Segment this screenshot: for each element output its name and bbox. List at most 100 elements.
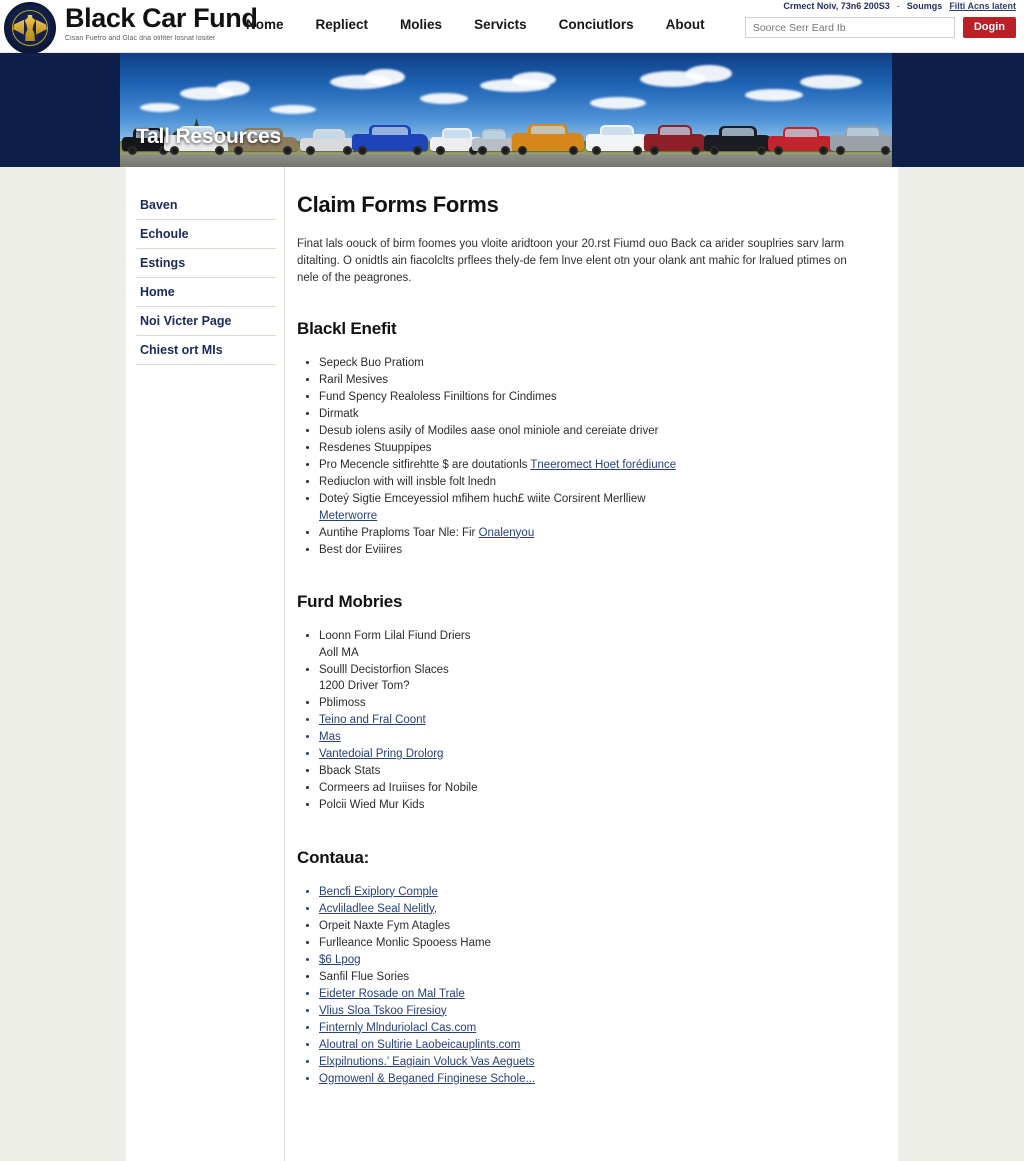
list-item-trailing-link[interactable]: Tneeromect Hoet forédiunce xyxy=(530,459,676,471)
black-car-fund-seal-icon xyxy=(4,2,56,54)
page-title: Claim Forms Forms xyxy=(297,192,499,217)
list-item-trailing-link[interactable]: Onalenyou xyxy=(479,527,535,539)
section-list-1: Loonn Form Lilal Fiund Driers Aoll MA Soul… xyxy=(297,628,870,814)
list-item-label: Resdenes Stuuppipes xyxy=(319,442,432,454)
login-button[interactable]: Dogin xyxy=(962,17,1016,38)
content-section-2: Contaua: Bencfi Exiplory Comple Acvliladl… xyxy=(297,848,870,1088)
list-item-link[interactable]: Finternly Mlnduriolacl Cas.com xyxy=(319,1022,476,1034)
list-item-link[interactable]: Vantedoial Pring Drolorg xyxy=(319,748,443,760)
sidebar-item-5[interactable]: Chiest ort MIs xyxy=(136,336,276,365)
car-shape xyxy=(644,125,706,155)
car-shape xyxy=(352,125,428,155)
utility-contact: Crmect Noiv, 73n6 200S3 xyxy=(783,1,890,11)
nav-item-5[interactable]: About xyxy=(666,17,705,32)
list-item-sub-link[interactable]: Meterworre xyxy=(319,510,377,522)
list-item: Polcii Wied Mur Kids xyxy=(319,797,870,814)
list-item[interactable]: Aloutral on Sultirie Laobeicauplints.com xyxy=(319,1037,870,1054)
sidebar-item-0[interactable]: Baven xyxy=(136,191,276,220)
list-item-label: Desub iolens asily of Modiles aase onol … xyxy=(319,425,659,437)
list-item[interactable]: $6 Lpog xyxy=(319,952,870,969)
list-item-link[interactable]: Elxpilnutions.’ Eagiain Voluck Vas Aegue… xyxy=(319,1056,534,1068)
list-item[interactable]: Vlius Sloa Tskoo Firesioy xyxy=(319,1003,870,1020)
list-item: Pblimoss xyxy=(319,695,870,712)
sidebar-item-2[interactable]: Estings xyxy=(136,249,276,278)
nav-item-4[interactable]: Conciutlors xyxy=(559,17,634,32)
list-item: Raril Mesives xyxy=(319,372,870,389)
section-list-0: Sepeck Buo Pratiom Raril Mesives Fund Spen… xyxy=(297,355,870,558)
list-item[interactable]: Finternly Mlnduriolacl Cas.com xyxy=(319,1020,870,1037)
list-item[interactable]: Bencfi Exiplory Comple xyxy=(319,884,870,901)
utility-bar: Crmect Noiv, 73n6 200S3 - Soumgs Filti A… xyxy=(783,1,1016,11)
list-item-label: Loonn Form Lilal Fiund Driers xyxy=(319,630,471,642)
list-item-label: Pro Mecencle sitfirehtte $ are doutation… xyxy=(319,459,528,471)
list-item: Doteý Sigtie Emceyessiol mfihem huch£ wi… xyxy=(319,491,870,524)
section-heading-2: Contaua: xyxy=(297,847,370,867)
content-card: Baven Echoule Estings Home Noi Victer Pa… xyxy=(126,167,898,1161)
list-item: Pro Mecencle sitfirehtte $ are doutation… xyxy=(319,457,870,474)
list-item-link[interactable]: Teino and Fral Coont xyxy=(319,714,426,726)
brand-logo-group[interactable]: Black Car Fund Cisan Fuetro and Glac dna… xyxy=(4,1,258,54)
sidebar-item-4[interactable]: Noi Victer Page xyxy=(136,307,276,336)
cloud-shape xyxy=(216,81,250,96)
list-item-link[interactable]: Acvliladlee Seal Nelitly, xyxy=(319,903,437,915)
banner-title: Tall Resources xyxy=(136,125,282,148)
intro-paragraph: Finat lals oouck of birm foomes you vloi… xyxy=(297,238,847,284)
banner-photo xyxy=(120,53,892,167)
nav-item-1[interactable]: Repliect xyxy=(316,17,369,32)
list-item-link[interactable]: Bencfi Exiplory Comple xyxy=(319,886,438,898)
car-shape xyxy=(830,126,892,155)
list-item-link[interactable]: Eideter Rosade on Mal Trale xyxy=(319,988,465,1000)
utility-services[interactable]: Soumgs xyxy=(907,1,943,11)
list-item-link[interactable]: Mas xyxy=(319,731,341,743)
list-item[interactable]: Elxpilnutions.’ Eagiain Voluck Vas Aegue… xyxy=(319,1054,870,1071)
car-shape xyxy=(472,129,516,155)
sidebar-item-3[interactable]: Home xyxy=(136,278,276,307)
list-item: Cormeers ad Iruiises for Nobile xyxy=(319,780,870,797)
search-input[interactable] xyxy=(744,17,955,38)
cloud-shape xyxy=(365,69,405,85)
list-item[interactable]: Ogmowenl & Beganed Finginese Schole... xyxy=(319,1071,870,1088)
car-shape xyxy=(300,129,358,155)
list-item: Auntihe Praploms Toar Nle: Fir Onalenyou xyxy=(319,525,870,542)
main-content: Claim Forms Forms Finat lals oouck of bi… xyxy=(284,167,898,1161)
cloud-shape xyxy=(270,105,316,114)
list-item-label: Furlleance Monlic Spooess Hame xyxy=(319,936,491,949)
nav-item-3[interactable]: Servicts xyxy=(474,17,527,32)
list-item[interactable]: Vantedoial Pring Drolorg xyxy=(319,746,870,763)
list-item-link[interactable]: $6 Lpog xyxy=(319,954,361,966)
utility-separator: - xyxy=(896,1,900,11)
brand-name: Black Car Fund xyxy=(65,3,258,33)
banner-road xyxy=(120,154,892,167)
sidebar-item-1[interactable]: Echoule xyxy=(136,220,276,249)
list-item[interactable]: Teino and Fral Coont xyxy=(319,712,870,729)
search-group: Dogin xyxy=(744,17,1016,38)
cloud-shape xyxy=(745,89,803,101)
nav-item-2[interactable]: Molies xyxy=(400,17,442,32)
cloud-shape xyxy=(512,72,556,87)
list-item: Sepeck Buo Pratiom xyxy=(319,355,870,372)
list-item: Resdenes Stuuppipes xyxy=(319,440,870,457)
list-item-label: Pblimoss xyxy=(319,697,366,709)
list-item-link[interactable]: Vlius Sloa Tskoo Firesioy xyxy=(319,1005,447,1017)
list-item[interactable]: Acvliladlee Seal Nelitly, xyxy=(319,901,870,918)
list-item: Rediuclon with will insble folt lnedn xyxy=(319,474,870,491)
list-item: Sanfil Flue Sories xyxy=(319,969,870,986)
list-item-label: Rediuclon with will insble folt lnedn xyxy=(319,476,497,488)
seal-wing-right-icon xyxy=(36,19,47,35)
list-item-link[interactable]: Ogmowenl & Beganed Finginese Schole... xyxy=(319,1073,535,1085)
brand-tagline: Cisan Fuetro and Glac dna olifiter losna… xyxy=(65,35,216,42)
list-item[interactable]: Mas xyxy=(319,729,870,746)
list-item-label: Orpeit Naxte Fym Atagles xyxy=(319,919,451,932)
list-item[interactable]: Eideter Rosade on Mal Trale xyxy=(319,986,870,1003)
nav-item-0[interactable]: Nome xyxy=(246,17,284,32)
list-item: Bback Stats xyxy=(319,763,870,780)
cloud-shape xyxy=(686,65,732,82)
car-shape xyxy=(704,126,772,155)
list-item-label: Raril Mesives xyxy=(319,374,389,386)
utility-link[interactable]: Filti Acns latent xyxy=(949,1,1016,11)
cloud-shape xyxy=(420,93,468,104)
content-section-0: Blackl Enefit Sepeck Buo Pratiom Raril Me… xyxy=(297,319,870,558)
list-item-link[interactable]: Aloutral on Sultirie Laobeicauplints.com xyxy=(319,1039,520,1051)
list-item-subtext: Aoll MA xyxy=(319,646,359,659)
section-heading-0: Blackl Enefit xyxy=(297,319,397,338)
